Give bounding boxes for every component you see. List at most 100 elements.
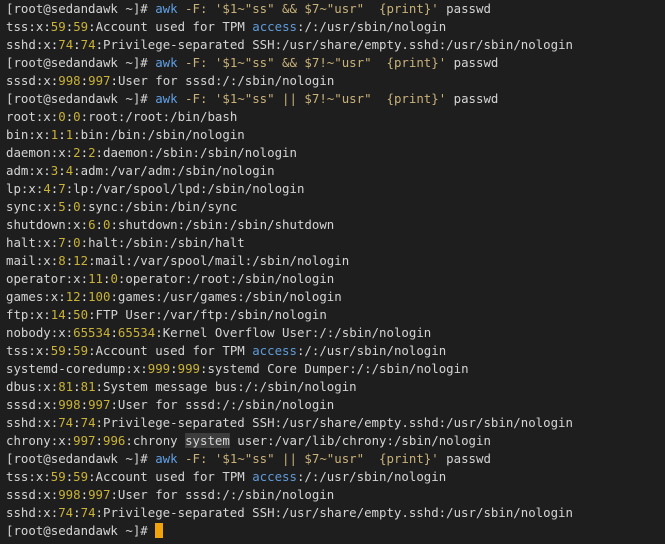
text-segment: passwd xyxy=(438,451,491,466)
text-segment: 996 xyxy=(103,433,126,448)
text-segment: -F: xyxy=(177,55,215,70)
text-segment: 74 xyxy=(80,505,96,520)
text-segment: 74 xyxy=(58,37,74,52)
text-segment: 999 xyxy=(177,361,200,376)
text-segment: :bin:/bin:/sbin/nologin xyxy=(73,127,245,142)
text-segment: 0 xyxy=(58,109,66,124)
text-segment: x xyxy=(43,73,51,88)
text-segment: system xyxy=(185,433,230,448)
text-segment: sssd:x: xyxy=(6,487,59,502)
text-segment: 7 xyxy=(58,181,66,196)
text-segment: :/:/usr/sbin/nologin xyxy=(296,469,447,484)
text-segment: 74 xyxy=(58,415,74,430)
text-segment: 12 xyxy=(65,289,81,304)
output-line: operator:x:11:0:operator:/root:/sbin/nol… xyxy=(6,270,659,288)
text-segment: 0 xyxy=(73,109,81,124)
text-segment: x xyxy=(43,37,51,52)
text-segment: ftp:x: xyxy=(6,307,51,322)
prompt-line: [root@sedandawk ~]# awk -F: '$1~"ss" || … xyxy=(6,90,659,108)
text-segment: :User for sssd:/:/sbin/nologin xyxy=(110,487,335,502)
output-line: lp:x:4:7:lp:/var/spool/lpd:/sbin/nologin xyxy=(6,180,659,198)
output-line: sssd:x:998:997:User for sssd:/:/sbin/nol… xyxy=(6,396,659,414)
text-segment: 81 xyxy=(80,379,96,394)
text-segment: passwd xyxy=(438,1,491,16)
text-segment: bin:x: xyxy=(6,127,51,142)
text-segment: 5 xyxy=(58,199,66,214)
text-segment: :Kernel Overflow User:/:/sbin/nologin xyxy=(155,325,432,340)
command-name: awk xyxy=(155,1,178,16)
text-segment: adm:x: xyxy=(6,163,51,178)
text-segment: :root:/root:/bin/bash xyxy=(80,109,238,124)
text-segment: -F: xyxy=(177,91,215,106)
text-segment: :mail:/var/spool/mail:/sbin/nologin xyxy=(88,253,350,268)
terminal-window[interactable]: [root@sedandawk ~]# awk -F: '$1~"ss" && … xyxy=(0,0,665,544)
text-segment: :FTP User:/var/ftp:/sbin/nologin xyxy=(88,307,327,322)
block-cursor-icon xyxy=(155,523,164,538)
text-segment: 997 xyxy=(88,487,111,502)
text-segment: 998 xyxy=(58,487,81,502)
text-segment: 59 xyxy=(50,469,66,484)
text-segment: 4 xyxy=(43,181,51,196)
command-name: awk xyxy=(155,55,178,70)
output-line: tss:x:59:59:Account used for TPM access:… xyxy=(6,468,659,486)
text-segment: sssd:x: xyxy=(6,397,59,412)
text-segment: :daemon:/sbin:/sbin/nologin xyxy=(95,145,297,160)
text-segment: : xyxy=(88,19,96,34)
text-segment: 12 xyxy=(73,253,89,268)
prompt-line: [root@sedandawk ~]# awk -F: '$1~"ss" || … xyxy=(6,450,659,468)
prompt-line: [root@sedandawk ~]# xyxy=(6,522,659,540)
text-segment: 74 xyxy=(80,415,96,430)
output-line: mail:x:8:12:mail:/var/spool/mail:/sbin/n… xyxy=(6,252,659,270)
text-segment: 8 xyxy=(58,253,66,268)
shell-prompt: [root@sedandawk ~]# xyxy=(6,55,156,70)
text-segment: shutdown:x: xyxy=(6,217,89,232)
output-line: sshd:x:74:74:Privilege-separated SSH:/us… xyxy=(6,414,659,432)
text-segment: user:/var/lib/chrony:/sbin/nologin xyxy=(229,433,491,448)
text-segment: :halt:/sbin:/sbin/halt xyxy=(80,235,245,250)
text-segment: 81 xyxy=(58,379,74,394)
text-segment: lp:x: xyxy=(6,181,44,196)
text-segment: 997 xyxy=(73,433,96,448)
text-segment: 65534 xyxy=(117,325,156,340)
output-line: adm:x:3:4:adm:/var/adm:/sbin/nologin xyxy=(6,162,659,180)
text-segment: 11 xyxy=(88,271,103,286)
text-segment: sssd xyxy=(6,73,36,88)
text-segment: :Account used for TPM xyxy=(88,469,253,484)
command-name: awk xyxy=(155,91,178,106)
text-segment: Account used for TPM xyxy=(95,19,253,34)
text-segment: tss:x: xyxy=(6,343,51,358)
text-segment: 74 xyxy=(80,37,96,52)
text-segment: 6 xyxy=(88,217,96,232)
text-segment: 65534 xyxy=(73,325,111,340)
text-segment: :/:/usr/sbin/nologin xyxy=(297,19,447,34)
text-segment: systemd-coredump:x: xyxy=(6,361,148,376)
text-segment: dbus:x: xyxy=(6,379,59,394)
prompt-line: [root@sedandawk ~]# awk -F: '$1~"ss" && … xyxy=(6,0,659,18)
text-segment: 2 xyxy=(88,145,96,160)
output-line: sssd:x:998:997:User for sssd:/:/sbin/nol… xyxy=(6,72,659,90)
shell-prompt: [root@sedandawk ~]# xyxy=(6,1,156,16)
text-segment: Privilege-separated SSH:/usr/share/empty… xyxy=(103,37,573,52)
output-line: sshd:x:74:74:Privilege-separated SSH:/us… xyxy=(6,504,659,522)
text-segment: User for sssd:/:/sbin/nologin xyxy=(117,73,335,88)
text-segment: : xyxy=(80,487,89,502)
text-segment: : xyxy=(58,163,66,178)
text-segment: : xyxy=(110,73,118,88)
text-segment: :systemd Core Dumper:/:/sbin/nologin xyxy=(200,361,469,376)
text-segment: 0 xyxy=(73,235,81,250)
text-segment: : xyxy=(95,217,103,232)
text-segment: :shutdown:/sbin:/sbin/shutdown xyxy=(110,217,335,232)
text-segment: operator:x: xyxy=(6,271,89,286)
text-segment: passwd xyxy=(446,55,499,70)
text-segment: 59 xyxy=(50,19,66,34)
output-line: shutdown:x:6:0:shutdown:/sbin:/sbin/shut… xyxy=(6,216,659,234)
text-segment: : xyxy=(80,145,89,160)
text-segment: access xyxy=(252,343,297,358)
text-segment: :games:/usr/games:/sbin/nologin xyxy=(110,289,342,304)
text-segment: '$1~"ss" && $7~"usr" {print}' xyxy=(214,1,439,16)
text-segment: access xyxy=(252,469,297,484)
text-segment: 2 xyxy=(73,145,81,160)
text-segment: 998 xyxy=(58,73,81,88)
text-segment: :operator:/root:/sbin/nologin xyxy=(117,271,335,286)
output-line: ftp:x:14:50:FTP User:/var/ftp:/sbin/nolo… xyxy=(6,306,659,324)
